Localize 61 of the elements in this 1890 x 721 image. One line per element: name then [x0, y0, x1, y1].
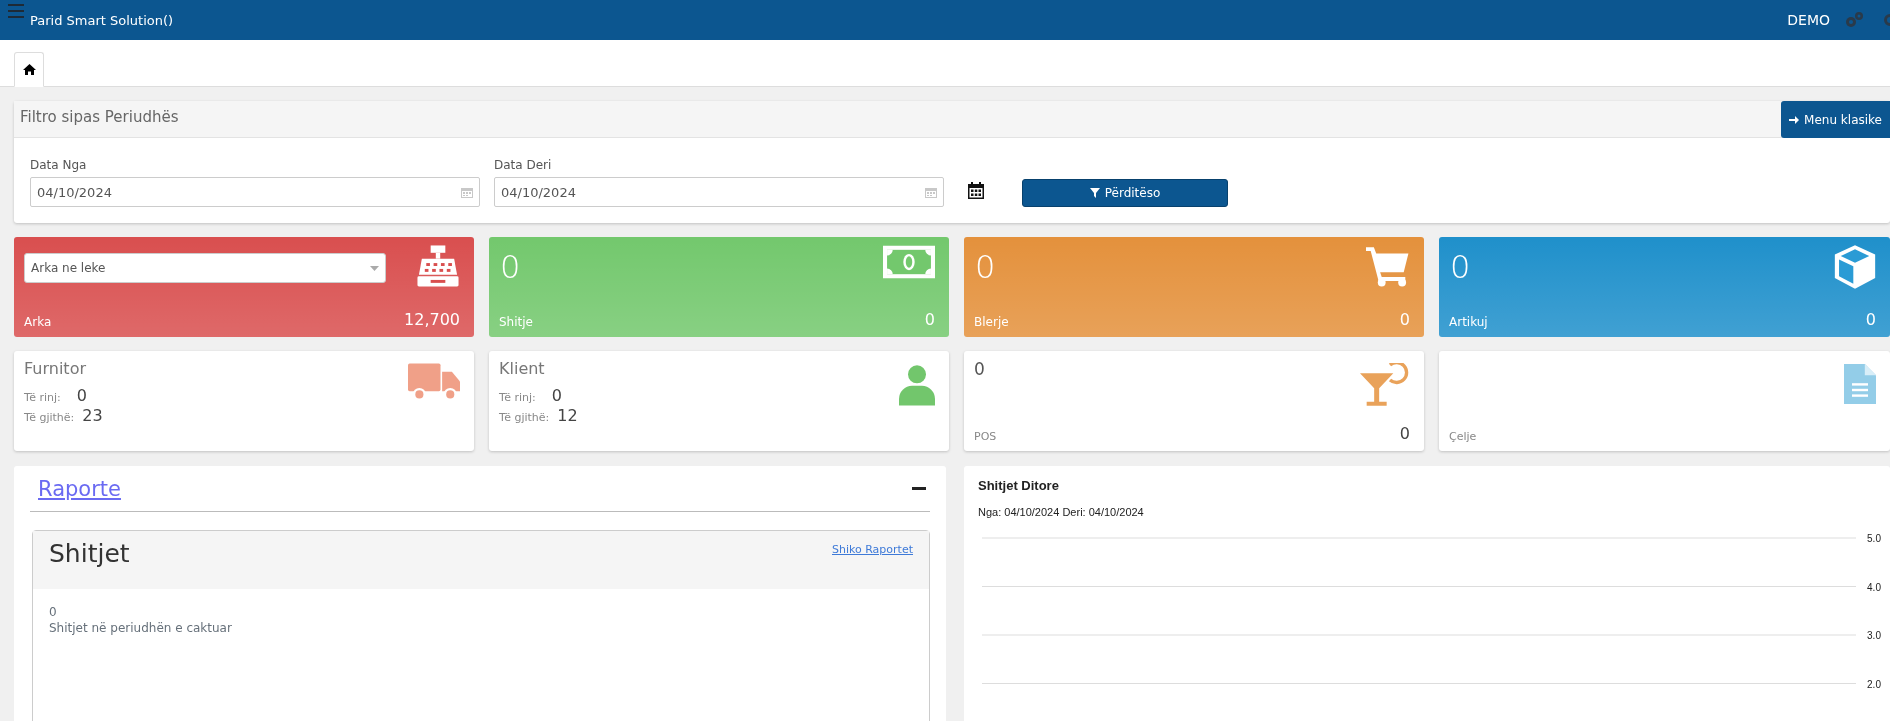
date-field[interactable]: 04/10/2024 — [494, 177, 944, 207]
axis-tick-label: 5.0 — [1867, 533, 1881, 544]
panel-title: Filtro sipas Periudhës — [19, 107, 180, 128]
report-count: 0 — [49, 605, 58, 619]
field-label: Data Deri — [494, 158, 553, 172]
arrow-right-icon — [1789, 114, 1800, 125]
card-label: Blerje — [974, 315, 1009, 329]
card-amount: 0 — [924, 310, 935, 329]
card-amount: 0 — [1865, 310, 1876, 329]
calendar-icon — [461, 186, 473, 198]
row-value: 0 — [551, 386, 563, 405]
chart-subtitle: Nga: 04/10/2024 Deri: 04/10/2024 — [978, 506, 1145, 518]
row-label: Të rinj: — [499, 391, 536, 404]
caret-icon — [370, 265, 379, 271]
row-value: 23 — [82, 406, 103, 425]
update-button[interactable]: Përditëso — [1022, 179, 1228, 207]
classic-menu-button[interactable]: Menu klasike — [1781, 101, 1890, 138]
card-amount: 12,700 — [404, 310, 460, 329]
card-title: Furnitor — [24, 359, 87, 378]
reports-link[interactable]: Raporte — [38, 476, 121, 501]
field-label: Data Nga — [30, 158, 88, 172]
cash-box-select[interactable]: Arka ne leke — [24, 253, 386, 283]
calendar-icon — [925, 186, 937, 198]
filter-icon — [1089, 188, 1100, 198]
axis-tick-label: 3.0 — [1867, 630, 1881, 641]
card-label: Artikuj — [1449, 315, 1488, 329]
report-caption: Shitjet në periudhën e caktuar — [49, 621, 233, 635]
cash-register-icon — [416, 245, 460, 287]
row-value: 12 — [557, 406, 578, 425]
home-icon — [22, 64, 36, 75]
shopping-cart-icon — [1366, 245, 1410, 287]
chart-title: Shitjet Ditore — [978, 478, 1059, 493]
date-field[interactable]: 04/10/2024 — [30, 177, 480, 207]
row-label: Të gjithë: — [499, 411, 550, 424]
select-value: Arka ne leke — [31, 261, 106, 275]
user-name[interactable]: DEMO — [1787, 12, 1830, 28]
row-label: Të rinj: — [24, 391, 61, 404]
card-amount: 0 — [1399, 310, 1410, 329]
view-reports-link[interactable]: Shiko Raportet — [832, 543, 913, 556]
axis-tick-label: 4.0 — [1867, 581, 1881, 593]
card-amount: 0 — [1399, 424, 1410, 443]
card-label: Çelje — [1449, 430, 1477, 443]
calendar-icon[interactable] — [968, 182, 984, 199]
count-value: 0 — [1450, 251, 1471, 283]
settings-icon[interactable] — [1844, 11, 1864, 29]
home-tab[interactable] — [14, 52, 44, 87]
cube-icon — [1834, 245, 1876, 289]
count-value: 0 — [974, 359, 985, 379]
card-label: POS — [974, 430, 997, 443]
count-value: 0 — [975, 251, 996, 283]
card-label: Shitje — [499, 315, 533, 329]
banknote-icon — [883, 245, 935, 279]
card-label: Arka — [24, 315, 52, 329]
card-title: Klient — [499, 359, 546, 378]
app-title: Parid Smart Solution() — [30, 12, 174, 28]
row-value: 0 — [76, 386, 88, 405]
axis-tick-label: 2.0 — [1867, 678, 1881, 690]
row-label: Të gjithë: — [24, 411, 75, 424]
report-title: Shitjet — [49, 539, 130, 568]
count-value: 0 — [500, 251, 521, 283]
menu-icon[interactable] — [8, 4, 24, 18]
